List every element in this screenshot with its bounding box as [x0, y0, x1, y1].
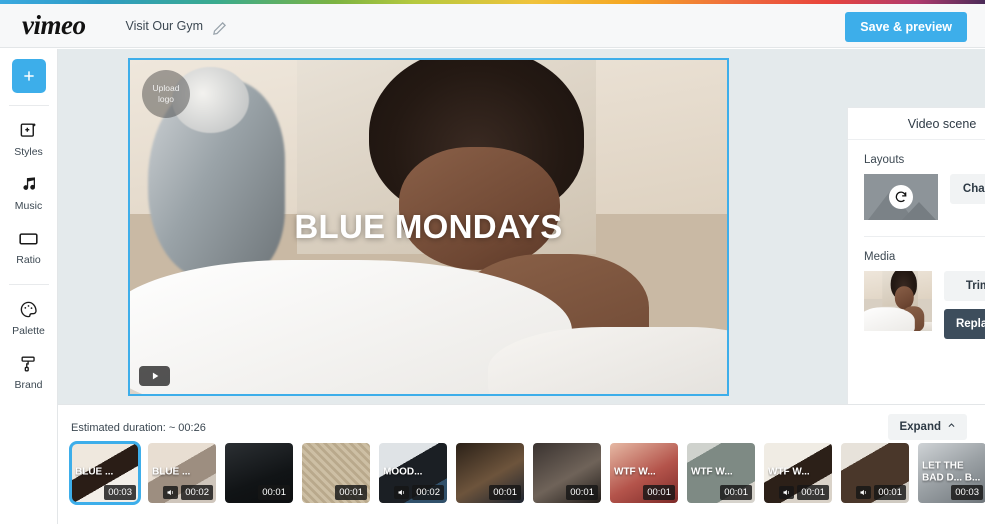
refresh-icon [889, 185, 913, 209]
vimeo-video-editor: vimeo Visit Our Gym Save & preview Style… [0, 0, 985, 524]
timeline-clip[interactable]: BLUE ... 00:02 [148, 443, 216, 503]
save-and-preview-button[interactable]: Save & preview [845, 12, 967, 42]
play-button[interactable] [139, 366, 170, 386]
upload-logo-line2: logo [157, 94, 175, 104]
layout-thumbnail[interactable] [864, 174, 938, 220]
video-title-overlay: BLUE MONDAYS [294, 208, 563, 245]
sidebar-divider-top [8, 105, 49, 106]
clip-duration: 00:01 [335, 485, 367, 500]
replace-button[interactable]: Replace [944, 309, 985, 339]
sidebar-divider-bottom [8, 284, 49, 285]
clip-meta: 00:01 [720, 485, 752, 500]
timeline-clip[interactable]: 00:01 [533, 443, 601, 503]
styles-icon [19, 119, 38, 141]
clip-duration: 00:01 [874, 485, 906, 500]
sidebar-item-ratio[interactable]: Ratio [0, 218, 58, 272]
timeline-clip[interactable]: BLUE ... 00:03 [69, 441, 141, 505]
clip-title: BLUE ... [152, 466, 191, 478]
speaker-icon[interactable] [163, 486, 179, 499]
sidebar-item-label: Styles [14, 146, 43, 158]
video-preview[interactable]: Upload logo BLUE MONDAYS [128, 58, 729, 396]
chevron-up-icon [947, 421, 956, 433]
layouts-section: Layouts Change [848, 140, 985, 220]
music-note-icon [19, 173, 38, 195]
sidebar-item-label: Brand [14, 379, 43, 391]
add-scene-button[interactable] [11, 59, 46, 93]
clip-meta: 00:01 [258, 485, 290, 500]
clip-duration: 00:01 [566, 485, 598, 500]
layouts-label: Layouts [864, 154, 905, 166]
clip-strip[interactable]: BLUE ... 00:03 BLUE ... 00:02 00:01 00:01 MOOD… [69, 441, 985, 505]
clip-meta: 00:01 [856, 485, 906, 500]
clip-duration: 00:01 [720, 485, 752, 500]
clip-duration: 00:02 [181, 485, 213, 500]
expand-label: Expand [899, 421, 941, 433]
sidebar-item-styles[interactable]: Styles [0, 110, 58, 164]
estimated-duration: Estimated duration: ~ 00:26 [71, 422, 206, 434]
clip-meta: 00:01 [643, 485, 675, 500]
clip-title: MOOD... [383, 466, 423, 478]
clip-duration: 00:01 [797, 485, 829, 500]
vimeo-logo[interactable]: vimeo [22, 10, 86, 41]
brand-roller-icon [19, 352, 38, 374]
sidebar-item-palette[interactable]: Palette [0, 289, 58, 343]
pencil-icon[interactable] [212, 21, 227, 36]
clip-duration: 00:03 [951, 485, 983, 500]
sidebar-item-label: Music [14, 200, 43, 212]
clip-meta: 00:03 [951, 485, 983, 500]
clip-title: LET THE BAD D... B... [922, 460, 981, 483]
clip-title: WTF W... [691, 466, 733, 478]
speaker-icon[interactable] [856, 486, 872, 499]
timeline-clip[interactable]: LET THE BAD D... B... 00:03 [918, 443, 985, 503]
timeline-clip[interactable]: 00:01 [841, 443, 909, 503]
timeline-clip[interactable]: WTF W... 00:01 [687, 443, 755, 503]
clip-meta: 00:01 [489, 485, 521, 500]
clip-meta: 00:01 [566, 485, 598, 500]
sidebar-item-label: Ratio [16, 254, 41, 266]
upload-logo-button[interactable]: Upload logo [142, 70, 190, 118]
clip-meta: 00:02 [163, 485, 213, 500]
sidebar-item-music[interactable]: Music [0, 164, 58, 218]
speaker-icon[interactable] [779, 486, 795, 499]
app-header: vimeo Visit Our Gym Save & preview [0, 4, 985, 48]
clip-title: WTF W... [768, 466, 810, 478]
left-sidebar: Styles Music Ratio Palette Brand [0, 49, 58, 524]
timeline-clip[interactable]: 00:01 [302, 443, 370, 503]
project-name: Visit Our Gym [125, 18, 204, 33]
clip-meta: 00:01 [335, 485, 367, 500]
palette-icon [19, 298, 38, 320]
clip-title: BLUE ... [75, 466, 114, 478]
media-section: Media Trim Replace [848, 237, 985, 339]
upload-logo-line1: Upload [152, 82, 180, 93]
video-scene-panel: Video scene Layouts Change [847, 107, 985, 445]
change-layout-button[interactable]: Change [950, 174, 985, 204]
clip-duration: 00:01 [489, 485, 521, 500]
clip-duration: 00:01 [258, 485, 290, 500]
clip-title: WTF W... [614, 466, 656, 478]
trim-button[interactable]: Trim [944, 271, 985, 301]
editor-canvas: Upload logo BLUE MONDAYS Video scene Lay… [58, 49, 985, 445]
media-thumbnail[interactable] [864, 271, 932, 331]
clip-meta: 00:03 [104, 485, 136, 500]
timeline-clip[interactable]: WTF W... 00:01 [764, 443, 832, 503]
timeline-clip[interactable]: 00:01 [456, 443, 524, 503]
panel-title: Video scene [848, 108, 985, 140]
timeline: Estimated duration: ~ 00:26 Expand BLUE … [58, 404, 985, 524]
clip-meta: 00:01 [779, 485, 829, 500]
clip-meta: 00:02 [394, 485, 444, 500]
media-label: Media [864, 251, 896, 263]
expand-button[interactable]: Expand [888, 414, 967, 440]
clip-duration: 00:01 [643, 485, 675, 500]
clip-duration: 00:02 [412, 485, 444, 500]
sidebar-item-label: Palette [12, 325, 45, 337]
clip-duration: 00:03 [104, 485, 136, 500]
timeline-clip[interactable]: 00:01 [225, 443, 293, 503]
timeline-clip[interactable]: WTF W... 00:01 [610, 443, 678, 503]
ratio-icon [18, 227, 39, 249]
sidebar-item-brand[interactable]: Brand [0, 343, 58, 397]
speaker-icon[interactable] [394, 486, 410, 499]
timeline-clip[interactable]: MOOD... 00:02 [379, 443, 447, 503]
